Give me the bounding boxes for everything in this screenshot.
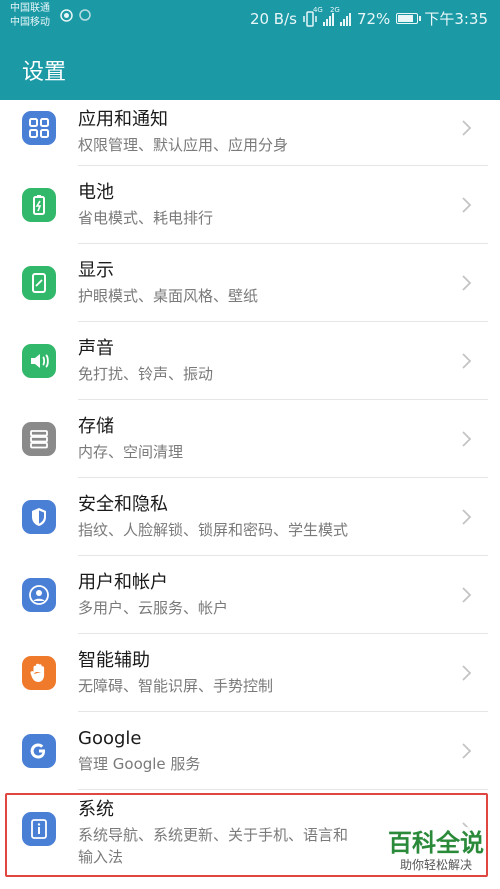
settings-item-title: 电池 (78, 182, 114, 203)
settings-item-title: 应用和通知 (78, 109, 168, 130)
settings-item-subtitle: 内存、空间清理 (78, 443, 184, 461)
battery-percent: 72% (356, 9, 391, 28)
signal-icon-1: 4G (313, 6, 334, 26)
settings-item-display[interactable]: 显示 护眼模式、桌面风格、壁纸 (0, 244, 500, 322)
chevron-right-icon (462, 665, 472, 681)
network-speed: 20 B/s (249, 9, 297, 28)
settings-item-google[interactable]: Google 管理 Google 服务 (0, 712, 500, 790)
watermark-title: 百科全说 (388, 829, 484, 857)
status-bar: 中国联通 中国移动 20 B/s 4G 2G 72% 下午3:35 (0, 0, 500, 36)
battery-icon (22, 188, 56, 222)
settings-item-title: 安全和隐私 (78, 494, 168, 515)
settings-item-title: 智能辅助 (78, 650, 150, 671)
settings-list: 应用和通知 权限管理、默认应用、应用分身 电池 省电模式、耗电排行 显示 护眼模… (0, 100, 500, 885)
settings-item-subtitle: 权限管理、默认应用、应用分身 (78, 136, 289, 154)
settings-item-subtitle: 无障碍、智能识屏、手势控制 (78, 677, 274, 695)
carrier-info: 中国联通 中国移动 (10, 2, 50, 30)
carrier-2: 中国移动 (10, 17, 50, 28)
network-tag-1: 4G (312, 5, 323, 14)
page-title: 设置 (22, 60, 67, 85)
speaker-icon (22, 344, 56, 378)
battery-indicator-icon (396, 13, 422, 24)
chevron-right-icon (462, 197, 472, 213)
user-icon (22, 578, 56, 612)
google-icon (22, 734, 56, 768)
shield-icon (22, 500, 56, 534)
settings-item-title: 系统 (78, 799, 114, 820)
settings-item-security[interactable]: 安全和隐私 指纹、人脸解锁、锁屏和密码、学生模式 (0, 478, 500, 556)
settings-item-subtitle: 管理 Google 服务 (78, 755, 201, 773)
settings-item-subtitle: 多用户、云服务、帐户 (78, 599, 229, 617)
settings-item-sound[interactable]: 声音 免打扰、铃声、振动 (0, 322, 500, 400)
chevron-right-icon (462, 353, 472, 369)
settings-item-title: 显示 (78, 260, 114, 281)
settings-item-subtitle: 护眼模式、桌面风格、壁纸 (78, 287, 259, 305)
chevron-right-icon (462, 743, 472, 759)
chevron-right-icon (462, 120, 472, 136)
settings-item-title: 存储 (78, 416, 114, 437)
chevron-right-icon (462, 275, 472, 291)
carrier-icons (60, 9, 91, 22)
settings-item-assist[interactable]: 智能辅助 无障碍、智能识屏、手势控制 (0, 634, 500, 712)
signal-icon-2: 2G (330, 6, 351, 26)
watermark-tagline: 助你轻松解决 (399, 858, 472, 872)
settings-item-subtitle: 省电模式、耗电排行 (78, 209, 214, 227)
settings-item-apps[interactable]: 应用和通知 权限管理、默认应用、应用分身 (0, 100, 500, 166)
settings-item-title: 用户和帐户 (78, 572, 168, 593)
apps-grid-icon (22, 111, 56, 145)
clock: 下午3:35 (424, 10, 488, 28)
settings-item-subtitle: 指纹、人脸解锁、锁屏和密码、学生模式 (78, 521, 349, 539)
storage-icon (22, 422, 56, 456)
app-bar: 设置 (0, 36, 500, 100)
hand-icon (22, 656, 56, 690)
chevron-right-icon (462, 431, 472, 447)
settings-item-battery[interactable]: 电池 省电模式、耗电排行 (0, 166, 500, 244)
chevron-right-icon (462, 509, 472, 525)
settings-item-subtitle: 免打扰、铃声、振动 (78, 365, 214, 383)
display-icon (22, 266, 56, 300)
hd-icon (60, 9, 73, 22)
watermark-logo: 百科全说 助你轻松解决 (386, 827, 486, 873)
settings-item-storage[interactable]: 存储 内存、空间清理 (0, 400, 500, 478)
carrier-1: 中国联通 (10, 3, 50, 14)
settings-item-title: Google (78, 728, 142, 749)
info-icon (22, 812, 56, 846)
wifi-off-icon (79, 9, 91, 21)
settings-item-title: 声音 (78, 338, 114, 359)
network-tag-2: 2G (329, 5, 340, 14)
chevron-right-icon (462, 587, 472, 603)
settings-item-users[interactable]: 用户和帐户 多用户、云服务、帐户 (0, 556, 500, 634)
